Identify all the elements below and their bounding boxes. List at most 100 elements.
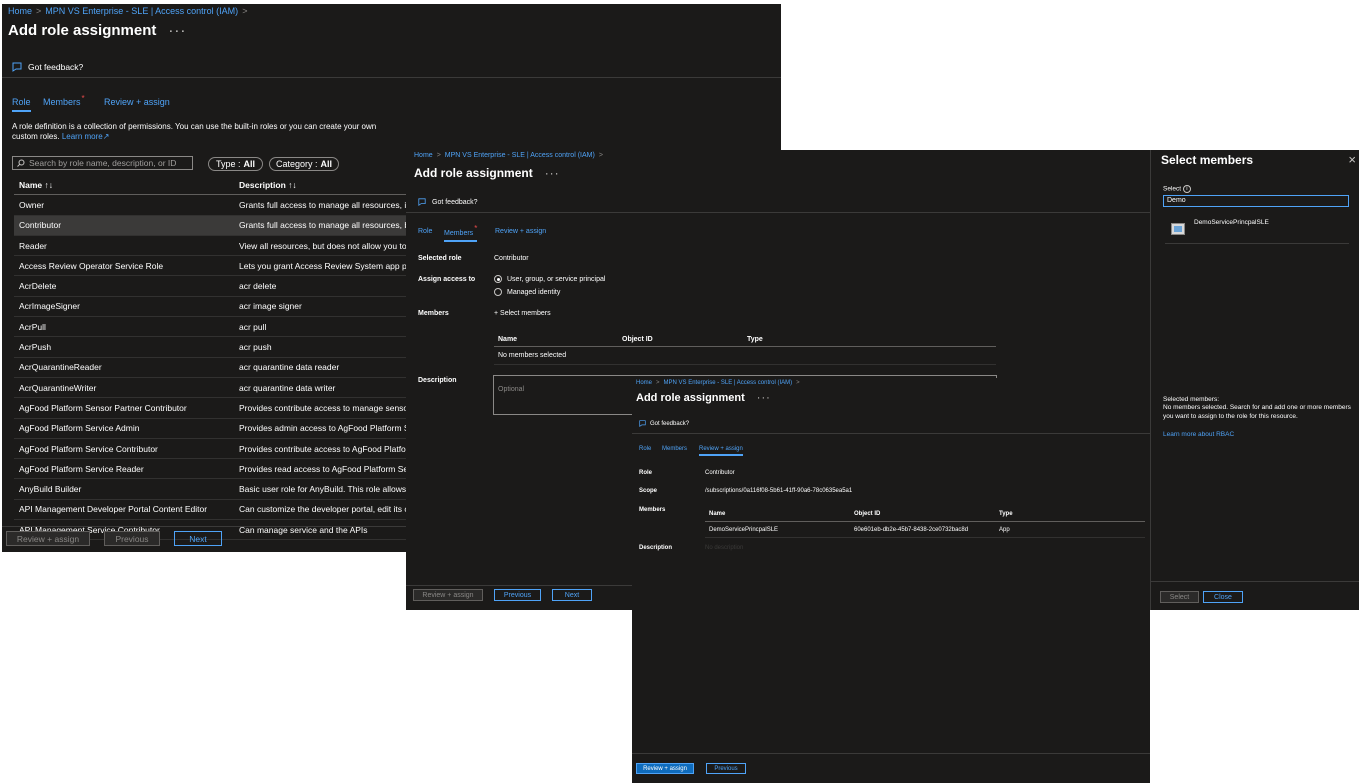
role-name: AcrQuarantineReader — [14, 357, 234, 378]
breadcrumb: Home > MPN VS Enterprise - SLE | Access co… — [636, 380, 800, 386]
role-name: AgFood Platform Service Contributor — [14, 438, 234, 460]
next-button[interactable]: Next — [552, 589, 592, 601]
category-filter[interactable]: Category : All — [269, 157, 339, 171]
table-row[interactable]: AgFood Platform Sensor Partner Contribut… — [14, 397, 409, 419]
more-options-icon[interactable]: ··· — [545, 166, 560, 180]
previous-button[interactable]: Previous — [494, 589, 541, 601]
tab-review-assign[interactable]: Review + assign — [104, 97, 170, 107]
role-name: Contributor — [14, 215, 234, 236]
role-description: Grants full access to manage all resourc… — [234, 194, 409, 216]
role-description: Grants full access to manage all resourc… — [234, 215, 409, 236]
learn-rbac-link[interactable]: Learn more about RBAC — [1163, 431, 1234, 438]
review-assign-panel: Home > MPN VS Enterprise - SLE | Access co… — [632, 378, 1150, 783]
required-asterisk: * — [81, 94, 85, 103]
radio-user-label: User, group, or service principal — [507, 275, 606, 283]
role-description: View all resources, but does not allow y… — [234, 235, 409, 257]
page-title: Add role assignment ··· — [8, 22, 186, 39]
next-button[interactable]: Next — [174, 531, 222, 546]
table-row[interactable]: AcrQuarantineWriter acr quarantine data w… — [14, 377, 409, 399]
search-result-item[interactable]: DemoServicePrincpalSLE — [1165, 215, 1349, 244]
role-name: Access Review Operator Service Role — [14, 255, 234, 277]
member-type: App — [999, 527, 1010, 533]
table-row[interactable]: AcrImageSigner acr image signer — [14, 296, 409, 318]
feedback-link[interactable]: Got feedback? — [418, 198, 478, 206]
column-header-name[interactable]: Name ↑↓ — [14, 175, 234, 196]
tab-members[interactable]: Members* — [43, 94, 85, 107]
column-header-object-id: Object ID — [622, 336, 653, 343]
type-filter[interactable]: Type : All — [208, 157, 263, 171]
breadcrumb-home[interactable]: Home — [8, 6, 32, 16]
learn-more-link[interactable]: Learn more — [62, 132, 103, 141]
close-icon[interactable]: × — [1348, 152, 1356, 167]
table-row[interactable]: AgFood Platform Service Reader Provides r… — [14, 458, 409, 480]
description-placeholder: Optional — [498, 386, 525, 393]
table-row[interactable]: AcrDelete acr delete — [14, 275, 409, 297]
table-row[interactable]: Contributor Grants full access to manage … — [14, 215, 409, 236]
review-assign-button[interactable]: Review + assign — [413, 589, 483, 601]
review-assign-button[interactable]: Review + assign — [636, 763, 694, 774]
role-name: AcrPush — [14, 336, 234, 358]
tab-role[interactable]: Role — [418, 228, 432, 235]
feedback-icon — [639, 420, 646, 427]
tab-members[interactable]: Members — [662, 446, 687, 452]
breadcrumb-iam[interactable]: MPN VS Enterprise - SLE | Access control… — [45, 6, 238, 16]
selected-role-value: Contributor — [494, 255, 529, 262]
role-description: acr quarantine data reader — [234, 357, 409, 378]
table-row[interactable]: AnyBuild Builder Basic user role for AnyB… — [14, 478, 409, 500]
tab-role[interactable]: Role — [12, 97, 31, 112]
page-title: Add role assignment ··· — [414, 166, 560, 180]
table-row[interactable]: Reader View all resources, but does not a… — [14, 235, 409, 257]
member-search-input[interactable]: Demo — [1163, 195, 1349, 207]
select-label-text: Select — [1163, 185, 1182, 193]
table-row[interactable]: AgFood Platform Service Contributor Provi… — [14, 438, 409, 460]
table-row[interactable]: AgFood Platform Service Admin Provides ad… — [14, 418, 409, 439]
feedback-link[interactable]: Got feedback? — [639, 420, 689, 427]
search-input[interactable]: Search by role name, description, or ID — [12, 156, 193, 170]
breadcrumb: Home > MPN VS Enterprise - SLE | Access co… — [8, 6, 248, 16]
feedback-link[interactable]: Got feedback? — [12, 62, 83, 72]
table-row[interactable]: AcrQuarantineReader acr quarantine data r… — [14, 357, 409, 378]
tab-role[interactable]: Role — [639, 446, 651, 452]
column-header-description[interactable]: Description ↑↓ — [234, 175, 409, 196]
role-name: AcrQuarantineWriter — [14, 377, 234, 399]
table-row[interactable]: Owner Grants full access to manage all re… — [14, 194, 409, 216]
scope-label: Scope — [639, 488, 658, 494]
table-row[interactable]: Access Review Operator Service Role Lets … — [14, 255, 409, 277]
more-options-icon[interactable]: ··· — [168, 22, 186, 39]
role-name: AgFood Platform Service Admin — [14, 418, 234, 439]
assign-access-label: Assign access to — [418, 276, 476, 283]
review-assign-button[interactable]: Review + assign — [6, 531, 90, 546]
close-button[interactable]: Close — [1203, 591, 1243, 603]
breadcrumb-home[interactable]: Home — [414, 152, 433, 159]
breadcrumb-home[interactable]: Home — [636, 380, 652, 386]
page-title-text: Add role assignment — [636, 392, 745, 404]
roles-table: Name ↑↓ Description ↑↓ Owner Grants full … — [14, 175, 409, 541]
category-filter-label: Category : — [275, 159, 318, 169]
table-row[interactable]: AcrPush acr push — [14, 336, 409, 358]
more-options-icon[interactable]: ··· — [757, 392, 771, 404]
table-row[interactable]: API Management Developer Portal Content … — [14, 499, 409, 521]
column-header-name: Name — [498, 336, 518, 343]
page-title-text: Add role assignment — [8, 22, 157, 39]
tab-members[interactable]: Members* — [444, 224, 478, 242]
role-description: Provides contribute access to AgFood Pla… — [234, 438, 409, 460]
tab-review-assign[interactable]: Review + assign — [699, 446, 743, 456]
table-row[interactable]: AcrPull acr pull — [14, 316, 409, 338]
radio-user-group-sp[interactable]: User, group, or service principal — [494, 275, 605, 283]
scope-value: /subscriptions/0a116f08-5b61-41ff-90a6-7… — [705, 488, 853, 494]
previous-button[interactable]: Previous — [104, 531, 160, 546]
radio-managed-identity[interactable]: Managed identity — [494, 288, 560, 296]
previous-button[interactable]: Previous — [706, 763, 746, 774]
type-filter-value: All — [243, 159, 256, 169]
select-members-link[interactable]: + Select members — [494, 310, 551, 317]
breadcrumb-iam[interactable]: MPN VS Enterprise - SLE | Access control… — [445, 152, 595, 159]
role-name: AgFood Platform Service Reader — [14, 458, 234, 480]
selected-role-label: Selected role — [418, 255, 462, 262]
select-button[interactable]: Select — [1160, 591, 1199, 603]
search-icon — [17, 159, 25, 167]
tab-review-assign[interactable]: Review + assign — [495, 228, 546, 235]
role-name: API Management Developer Portal Content … — [14, 499, 234, 521]
breadcrumb-iam[interactable]: MPN VS Enterprise - SLE | Access control… — [664, 380, 793, 386]
role-description: Provides admin access to AgFood Platform… — [234, 418, 409, 439]
category-filter-value: All — [320, 159, 333, 169]
